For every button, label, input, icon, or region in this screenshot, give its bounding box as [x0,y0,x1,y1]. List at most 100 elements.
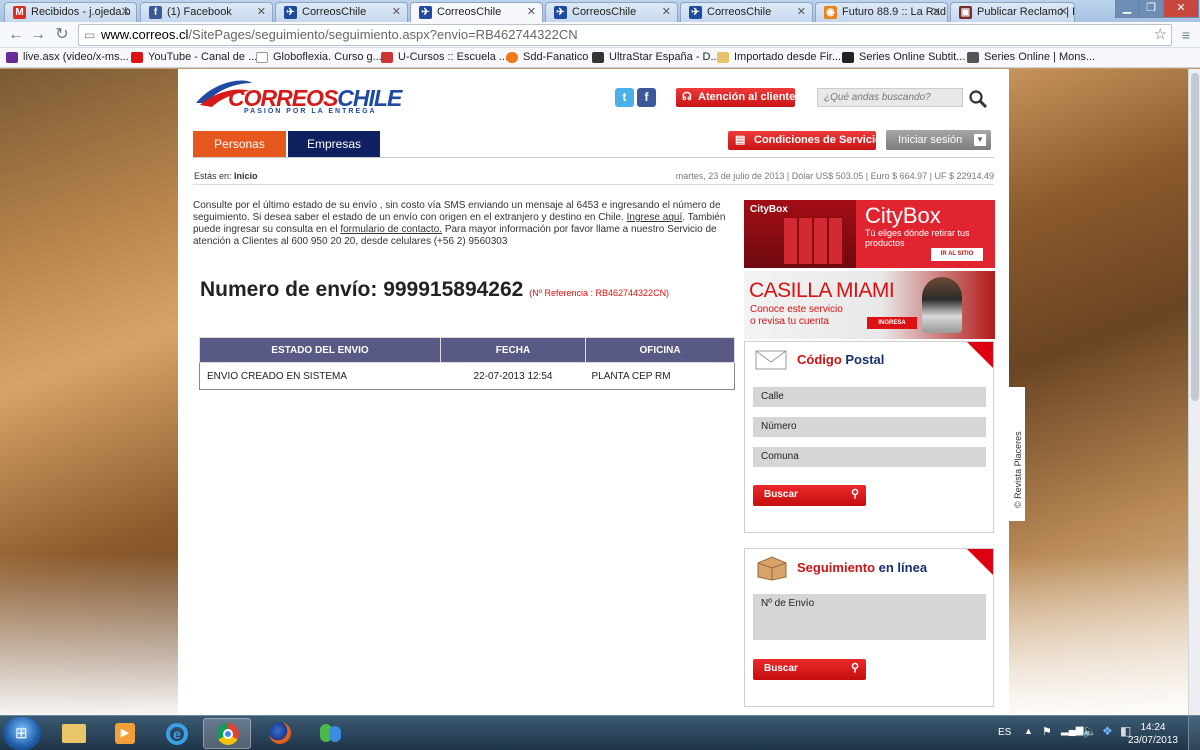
correos-icon: ✈ [689,6,702,19]
star-icon[interactable]: ☆ [1154,25,1167,45]
close-icon[interactable]: ✕ [121,5,130,18]
tab-gmail[interactable]: M Recibidos - j.ojeda.b ✕ [4,2,137,22]
film-icon [842,52,854,63]
ultrastar-icon [592,52,604,63]
breadcrumb-divider [193,184,994,185]
flag-icon[interactable]: ⚑ [1042,725,1052,738]
close-icon[interactable]: ✕ [1059,5,1068,18]
bookmark-item[interactable]: UltraStar España - D... [592,51,720,63]
citybox-banner[interactable]: CityBox CityBox Tú eliges dónde retirar … [744,200,995,268]
tab-correos-4[interactable]: ✈ CorreosChile ✕ [680,2,813,22]
bookmark-item[interactable]: YouTube - Canal de ... [131,51,257,63]
bookmark-item[interactable]: Series Online | Mons... [967,51,1095,63]
show-desktop-button[interactable] [1188,716,1200,750]
close-icon[interactable]: ✕ [392,5,401,18]
chrome-icon[interactable] [203,718,251,749]
citybox-cta[interactable]: IR AL SITIO [931,248,983,261]
miami-subtitle: o revisa tu cuenta [750,316,829,327]
commune-field[interactable]: Comuna [753,447,986,467]
reference-number: (Nº Referencia : RB462744322CN) [529,288,670,298]
street-field[interactable]: Calle [753,387,986,407]
tab-empresas[interactable]: Empresas [288,131,380,157]
attention-button[interactable]: ☊ Atención al cliente [676,88,795,107]
bookmark-label: UltraStar España - D... [609,51,720,63]
breadcrumb-current[interactable]: Inicio [234,171,258,181]
language-indicator[interactable]: ES [998,727,1011,738]
tracking-number-field[interactable]: Nº de Envío [753,594,986,640]
conditions-button[interactable]: ▤ Condiciones de Servicio [728,131,882,150]
gmail-icon: M [13,6,26,19]
tab-correos-2[interactable]: ✈ CorreosChile ✕ [410,2,543,23]
minimize-icon[interactable]: ▁ [1115,0,1139,18]
login-button[interactable]: Iniciar sesión ▼ [886,130,991,150]
close-icon[interactable]: ✕ [932,5,941,18]
tab-personas[interactable]: Personas [193,131,286,157]
close-window-icon[interactable]: ✕ [1163,0,1199,18]
clock[interactable]: 14:24 23/07/2013 [1128,721,1178,747]
restore-icon[interactable]: ❐ [1139,0,1163,18]
search-icon[interactable] [968,89,988,109]
clock-date: 23/07/2013 [1127,735,1178,746]
search-icon: ⚲ [850,488,859,500]
tracking-number: Numero de envío: 999915894262 [200,278,524,301]
dropbox-icon[interactable]: ❖ [1102,724,1113,738]
miami-cta[interactable]: INGRESA [867,317,917,329]
network-icon[interactable]: ▂▄▆ [1061,725,1083,736]
facebook-icon[interactable]: f [637,88,656,107]
tab-facebook[interactable]: f (1) Facebook ✕ [140,2,273,22]
postal-search-button[interactable]: Buscar ⚲ [753,485,866,506]
bookmark-label: Importado desde Fir... [734,51,841,63]
close-icon[interactable]: ✕ [662,5,671,18]
bookmark-label: U-Cursos :: Escuela ... [398,51,509,63]
tracking-search-button[interactable]: Buscar ⚲ [753,659,866,680]
corner-ribbon [967,549,993,575]
firefox-icon[interactable] [256,718,304,749]
internet-explorer-icon[interactable]: e [152,718,200,749]
media-player-icon[interactable]: ▶ [101,718,149,749]
bookmark-item[interactable]: Sdd-Fanatico [506,51,588,63]
tracking-number-heading: Numero de envío: 999915894262 (Nº Refere… [200,278,669,302]
close-icon[interactable]: ✕ [797,5,806,18]
menu-icon[interactable]: ≡ [1176,25,1196,45]
contact-form-link[interactable]: formulario de contacto. [340,224,442,235]
messenger-icon[interactable] [307,718,355,749]
page-viewport: CORREOSCHILE PASIÓN POR LA ENTREGA t f ☊… [0,69,1188,715]
column-header: ESTADO DEL ENVIO [199,337,441,363]
close-icon[interactable]: ✕ [257,5,266,18]
reclamo-icon: ▣ [959,6,972,19]
tab-correos-1[interactable]: ✈ CorreosChile ✕ [275,2,408,22]
scrollbar-thumb[interactable] [1191,73,1199,401]
twitter-icon[interactable]: t [615,88,634,107]
foreign-tracking-link[interactable]: Ingrese aquí [627,212,683,223]
page-icon [256,52,268,63]
close-icon[interactable]: ✕ [527,5,536,18]
back-arrow-icon[interactable]: ← [6,25,26,45]
envelope-icon [755,350,787,370]
tab-label: Futuro 88.9 :: La Rad [842,6,946,18]
correos-icon: ✈ [284,6,297,19]
bookmark-folder[interactable]: Importado desde Fir... [717,51,841,63]
vertical-scrollbar[interactable] [1188,69,1200,715]
bookmark-item[interactable]: Globoflexia. Curso g... [256,51,382,63]
forward-arrow-icon[interactable]: → [28,25,48,45]
volume-icon[interactable]: 🔈 [1082,724,1097,738]
miami-title: CASILLA MIAMI [749,279,895,302]
reload-icon[interactable]: ↻ [52,25,72,45]
breadcrumb: Estás en: Inicio [194,171,258,181]
explorer-icon[interactable] [50,718,98,749]
start-button[interactable]: ⊞ [3,717,41,750]
tab-futuro[interactable]: ◉ Futuro 88.9 :: La Rad ✕ [815,2,948,22]
bookmark-item[interactable]: U-Cursos :: Escuela ... [381,51,508,63]
tab-reclamo[interactable]: ▣ Publicar Reclamo | R ✕ [950,2,1075,22]
bookmarks-bar: live.asx (video/x-ms... YouTube - Canal … [0,48,1200,68]
site-search-input[interactable]: ¿Qué andas buscando? [817,88,963,107]
login-label: Iniciar sesión [898,134,963,146]
bookmark-item[interactable]: Series Online Subtit... [842,51,965,63]
tab-correos-3[interactable]: ✈ CorreosChile ✕ [545,2,678,22]
casilla-miami-banner[interactable]: CASILLA MIAMI Conoce este servicio o rev… [744,271,995,339]
show-hidden-icons[interactable]: ▲ [1024,726,1033,736]
correos-logo[interactable]: CORREOSCHILE PASIÓN POR LA ENTREGA [194,77,414,119]
bookmark-item[interactable]: live.asx (video/x-ms... [6,51,129,63]
address-bar[interactable]: ▭ www.correos.cl/SitePages/seguimiento/s… [78,24,1172,46]
number-field[interactable]: Número [753,417,986,437]
